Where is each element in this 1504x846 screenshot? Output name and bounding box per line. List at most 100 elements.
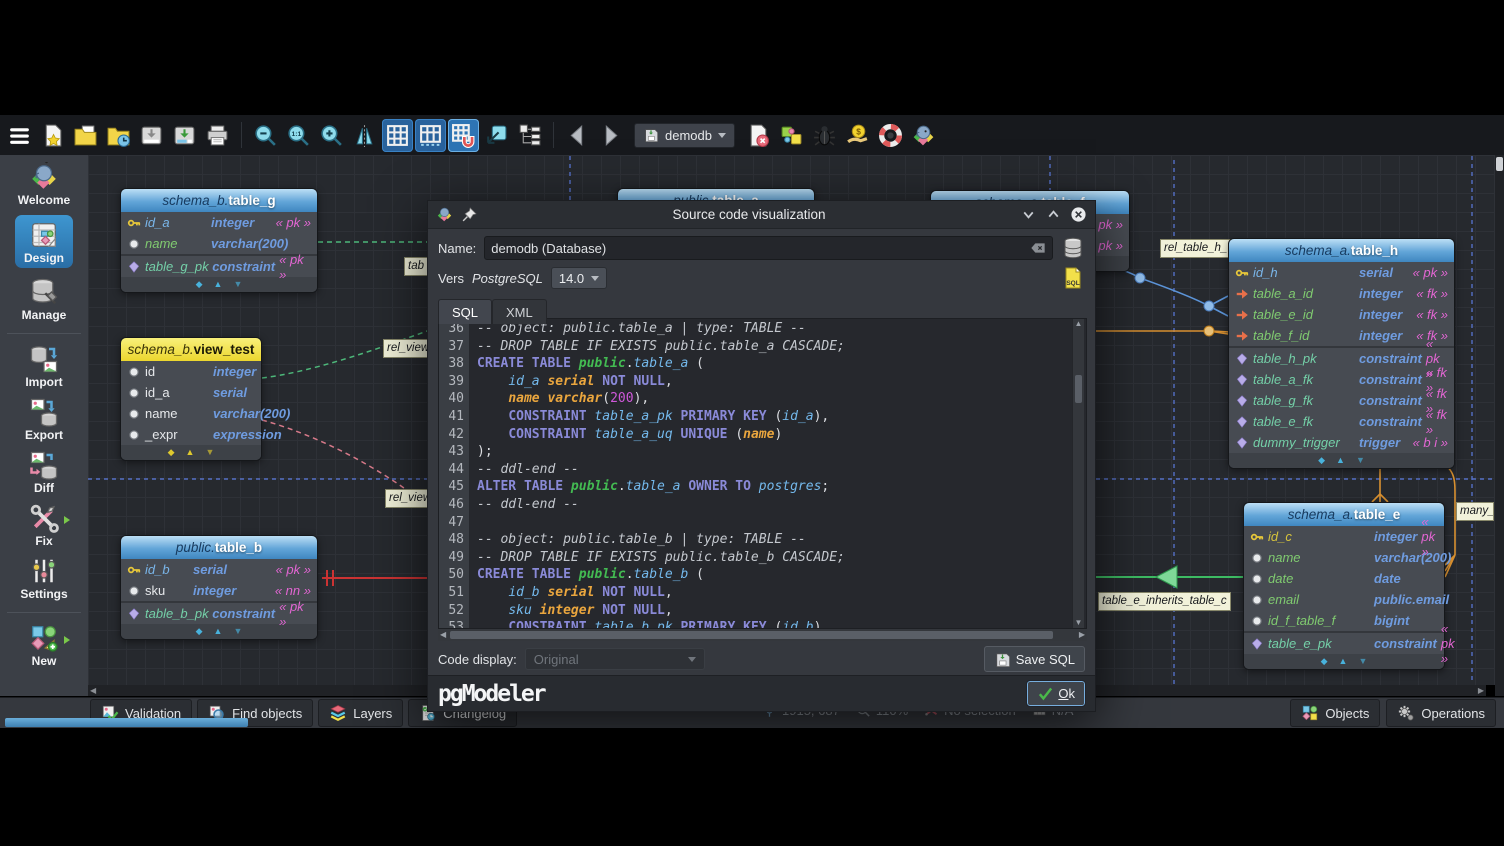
relationship-label[interactable]: many_	[1456, 502, 1494, 521]
relationship-label[interactable]: tab	[404, 257, 428, 276]
sidebar-item-new[interactable]: New	[29, 623, 59, 668]
code-vertical-scrollbar[interactable]: ▲ ▼	[1072, 319, 1084, 628]
shade-window-icon[interactable]	[1020, 206, 1037, 223]
sql-code-pane[interactable]: 363738394041424344454647484950515253 -- …	[438, 318, 1087, 629]
scroll-right-icon[interactable]: ▶	[1079, 629, 1085, 641]
table-column-row[interactable]: table_f_idinteger« fk »	[1229, 325, 1454, 346]
zoom-out-button[interactable]	[250, 119, 281, 152]
collapse-up-icon[interactable]: ▲	[214, 280, 223, 289]
table-card-table_h[interactable]: schema_a.table_hid_hserial« pk »table_a_…	[1228, 238, 1455, 469]
version-select[interactable]: 14.0	[551, 267, 607, 289]
table-constraint-row[interactable]: table_e_pkconstraint« pk »	[1244, 633, 1444, 654]
plugins-button[interactable]	[776, 119, 807, 152]
collapse-up-icon[interactable]: ▲	[214, 627, 223, 636]
table-constraint-row[interactable]: table_a_fkconstraint« fk »	[1229, 369, 1454, 390]
close-dialog-icon[interactable]	[1070, 206, 1087, 223]
table-constraint-row[interactable]: table_g_fkconstraint« fk »	[1229, 390, 1454, 411]
table-column-row[interactable]: id_f_table_fbigint	[1244, 610, 1444, 631]
table-column-row[interactable]: id_bserial« pk »	[121, 559, 317, 580]
tab-xml[interactable]: XML	[492, 299, 547, 324]
table-header[interactable]: public.table_b	[121, 536, 317, 559]
zoom-in-button[interactable]	[316, 119, 347, 152]
save-sql-button[interactable]: Save SQL	[984, 646, 1085, 672]
relationship-label[interactable]: rel_table_h_	[1160, 239, 1231, 258]
table-constraint-row[interactable]: table_h_pkconstraint« pk »	[1229, 348, 1454, 369]
canvas-vertical-scrollbar[interactable]	[1495, 155, 1504, 696]
table-constraint-row[interactable]: table_g_pkconstraint« pk »	[121, 256, 317, 277]
sidebar-item-export[interactable]: Export	[25, 397, 63, 442]
table-header[interactable]: schema_a.table_h	[1229, 239, 1454, 262]
collapse-up-icon[interactable]: ▲	[1339, 657, 1348, 666]
collapse-up-icon[interactable]: ▲	[186, 448, 195, 457]
nav-back-button[interactable]	[562, 119, 593, 152]
sidebar-item-welcome[interactable]: Welcome	[18, 162, 70, 207]
table-column-row[interactable]: namevarchar(200)	[1244, 547, 1444, 568]
sidebar-item-settings[interactable]: Settings	[20, 556, 67, 601]
collapse-diamond-icon[interactable]: ◆	[196, 280, 203, 289]
save-model-button[interactable]	[103, 119, 134, 152]
table-column-row[interactable]: id_ainteger« pk »	[121, 212, 317, 233]
table-column-row[interactable]: idinteger	[121, 361, 261, 382]
model-selector[interactable]: demodb	[634, 123, 735, 148]
snap-grid-button[interactable]	[448, 119, 479, 152]
support-button[interactable]	[875, 119, 906, 152]
collapse-diamond-icon[interactable]: ◆	[168, 448, 175, 457]
sidebar-item-manage[interactable]: Manage	[22, 277, 67, 322]
donate-button[interactable]: $	[842, 119, 873, 152]
table-column-row[interactable]: emailpublic.email	[1244, 589, 1444, 610]
layers-button[interactable]: Layers	[318, 699, 403, 727]
table-column-row[interactable]: datedate	[1244, 568, 1444, 589]
table-column-row[interactable]: id_cinteger« pk »	[1244, 526, 1444, 547]
view-card-view_test[interactable]: schema_b.view_testidintegerid_aserialnam…	[120, 337, 262, 461]
tab-sql[interactable]: SQL	[438, 299, 492, 324]
fit-view-button[interactable]	[481, 119, 512, 152]
operations-button[interactable]: Operations	[1386, 699, 1496, 727]
close-model-button[interactable]	[743, 119, 774, 152]
collapse-diamond-icon[interactable]: ◆	[1321, 657, 1328, 666]
table-header[interactable]: schema_b.table_g	[121, 189, 317, 212]
table-column-row[interactable]: id_hserial« pk »	[1229, 262, 1454, 283]
zoom-reset-button[interactable]: 1:1	[283, 119, 314, 152]
relationship-label[interactable]: table_e_inherits_table_c	[1098, 592, 1231, 611]
pin-icon[interactable]	[461, 206, 478, 223]
sidebar-item-import[interactable]: Import	[25, 344, 62, 389]
clear-input-icon[interactable]	[1030, 240, 1046, 256]
relationships-view-button[interactable]	[514, 119, 545, 152]
collapse-up-icon[interactable]: ▲	[1336, 456, 1345, 465]
table-header[interactable]: schema_b.view_test	[121, 338, 261, 361]
about-button[interactable]	[908, 119, 939, 152]
collapse-down-icon[interactable]: ▼	[1358, 657, 1367, 666]
relationship-label[interactable]: rel_view	[383, 339, 433, 358]
menu-button[interactable]	[4, 119, 35, 152]
ok-button[interactable]: Ok	[1027, 681, 1085, 706]
maximize-window-icon[interactable]	[1045, 206, 1062, 223]
export-file-button[interactable]	[169, 119, 200, 152]
sidebar-item-diff[interactable]: Diff	[29, 450, 59, 495]
collapse-down-icon[interactable]: ▼	[233, 280, 242, 289]
print-button[interactable]	[202, 119, 233, 152]
table-card-table_g[interactable]: schema_b.table_gid_ainteger« pk »namevar…	[120, 188, 318, 293]
table-column-row[interactable]: id_aserial	[121, 382, 261, 403]
show-grid-button[interactable]	[382, 119, 413, 152]
table-card-table_b[interactable]: public.table_bid_bserial« pk »skuinteger…	[120, 535, 318, 640]
scroll-down-icon[interactable]: ▼	[1073, 618, 1084, 628]
sidebar-item-fix[interactable]: Fix	[29, 503, 59, 548]
bug-report-button[interactable]	[809, 119, 840, 152]
scroll-left-icon[interactable]: ◀	[90, 685, 96, 696]
objects-button[interactable]: Objects	[1290, 699, 1380, 727]
collapse-diamond-icon[interactable]: ◆	[1318, 456, 1325, 465]
table-column-row[interactable]: namevarchar(200)	[121, 403, 261, 424]
table-constraint-row[interactable]: dummy_triggertrigger« b i »	[1229, 432, 1454, 453]
table-constraint-row[interactable]: table_e_fkconstraint« fk »	[1229, 411, 1454, 432]
table-column-row[interactable]: table_a_idinteger« fk »	[1229, 283, 1454, 304]
table-card-table_e[interactable]: schema_a.table_eid_cinteger« pk »namevar…	[1243, 502, 1445, 670]
new-model-button[interactable]	[37, 119, 68, 152]
import-file-button[interactable]	[136, 119, 167, 152]
collapse-down-icon[interactable]: ▼	[233, 627, 242, 636]
collapse-down-icon[interactable]: ▼	[205, 448, 214, 457]
table-constraint-row[interactable]: table_b_pkconstraint« pk »	[121, 603, 317, 624]
dialog-title-bar[interactable]: Source code visualization	[428, 201, 1095, 229]
open-model-button[interactable]	[70, 119, 101, 152]
scroll-left-icon[interactable]: ◀	[440, 629, 446, 641]
scroll-right-icon[interactable]: ▶	[1478, 685, 1484, 696]
